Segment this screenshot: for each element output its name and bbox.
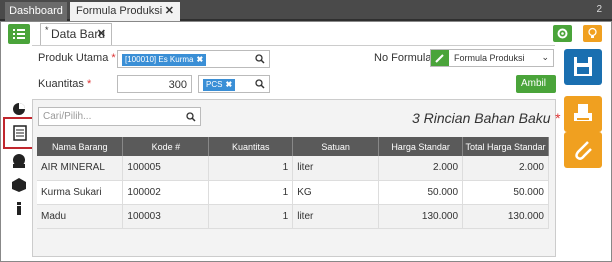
tab-count: 2 [596,4,602,15]
table-row[interactable]: Madu 100003 1 liter 130.000 130.000 [37,204,549,229]
cell-harga: 50.000 [378,180,464,205]
document-icon [13,125,27,141]
cell-nama: Kurma Sukari [37,180,124,205]
chart-icon [13,103,25,115]
print-button[interactable] [564,96,602,132]
list-icon [13,29,25,39]
ambil-label: Ambil [521,78,547,89]
table-row[interactable]: AIR MINERAL 100005 1 liter 2.000 2.000 [37,156,549,181]
cell-harga: 130.000 [378,204,464,229]
lightbulb-icon [588,27,597,38]
edit-button[interactable] [431,50,449,66]
print-icon [574,104,592,121]
gear-icon [557,28,568,39]
kuantitas-input[interactable]: 300 [117,75,192,93]
col-kode[interactable]: Kode # [122,137,210,156]
bahan-baku-table: Nama Barang Kode # Kuantitas Satuan Harg… [37,137,549,229]
list-button[interactable] [8,24,30,44]
cell-nama: AIR MINERAL [37,156,124,181]
attach-button[interactable] [564,132,602,168]
bill-icon [13,154,25,168]
col-total-harga[interactable]: Total Harga Standar [462,137,549,156]
save-icon [574,57,592,76]
unsaved-marker: * [45,25,49,35]
kuantitas-value: 300 [168,79,187,91]
cell-harga: 2.000 [378,156,464,181]
close-icon[interactable]: ✕ [165,2,174,21]
cell-kuantitas: 1 [208,180,294,205]
settings-button[interactable] [553,25,572,42]
chart-button[interactable] [10,100,28,118]
produk-chip: [100010] Es Kurma ✖ [122,54,207,66]
unit-chip: PCS ✖ [203,79,236,91]
info-button[interactable] [10,199,28,217]
produk-utama-label: Produk Utama * [38,52,116,64]
search-icon[interactable] [255,54,265,64]
cell-kode: 100003 [122,204,210,229]
unit-field[interactable]: PCS ✖ [198,75,270,93]
attach-icon [575,141,592,160]
cell-satuan: KG [292,180,380,205]
cell-satuan: liter [292,204,380,229]
table-row[interactable]: Kurma Sukari 100002 1 KG 50.000 50.000 [37,180,549,205]
search-icon[interactable] [186,112,196,122]
document-tab[interactable]: * Data Baru ✕ [40,23,112,45]
produk-utama-field[interactable]: [100010] Es Kurma ✖ [117,50,270,68]
box-icon [12,178,26,192]
col-satuan[interactable]: Satuan [292,137,380,156]
cell-total: 2.000 [462,156,549,181]
chip-remove-icon[interactable]: ✖ [225,80,232,89]
cell-kode: 100002 [122,180,210,205]
col-nama-barang[interactable]: Nama Barang [37,137,124,156]
search-placeholder: Cari/Pilih... [43,111,92,122]
cell-total: 50.000 [462,180,549,205]
cell-kuantitas: 1 [208,156,294,181]
bill-button[interactable] [10,152,28,170]
chip-remove-icon[interactable]: ✖ [196,55,203,64]
divider [32,45,555,46]
info-icon [17,202,21,215]
cell-kuantitas: 1 [208,204,294,229]
search-icon[interactable] [255,79,265,89]
tab-dashboard[interactable]: Dashboard [5,2,67,21]
formula-select[interactable]: Formula Produksi ⌄ [430,49,554,67]
top-tab-bar: Dashboard Formula Produksi ✕ 2 [0,0,612,21]
col-kuantitas[interactable]: Kuantitas [208,137,294,156]
cell-kode: 100005 [122,156,210,181]
document-button[interactable] [11,124,29,142]
hint-button[interactable] [583,25,602,42]
ambil-button[interactable]: Ambil ⌄ [516,75,556,106]
close-icon[interactable]: ✕ [97,24,106,44]
table-header-row: Nama Barang Kode # Kuantitas Satuan Harg… [37,137,549,156]
box-button[interactable] [10,176,28,194]
pencil-icon [435,54,444,63]
save-button[interactable] [564,49,602,85]
cell-total: 130.000 [462,204,549,229]
search-input[interactable]: Cari/Pilih... [38,107,201,126]
tab-formula-label: Formula Produksi [76,5,163,17]
kuantitas-label: Kuantitas * [38,78,92,90]
rincian-title: 3 Rincian Bahan Baku * [412,110,560,126]
formula-selected: Formula Produksi [454,53,525,63]
cell-satuan: liter [292,156,380,181]
cell-nama: Madu [37,204,124,229]
chevron-down-icon: ⌄ [541,52,549,62]
tab-formula-produksi[interactable]: Formula Produksi ✕ [70,2,180,21]
col-harga-standar[interactable]: Harga Standar [378,137,464,156]
